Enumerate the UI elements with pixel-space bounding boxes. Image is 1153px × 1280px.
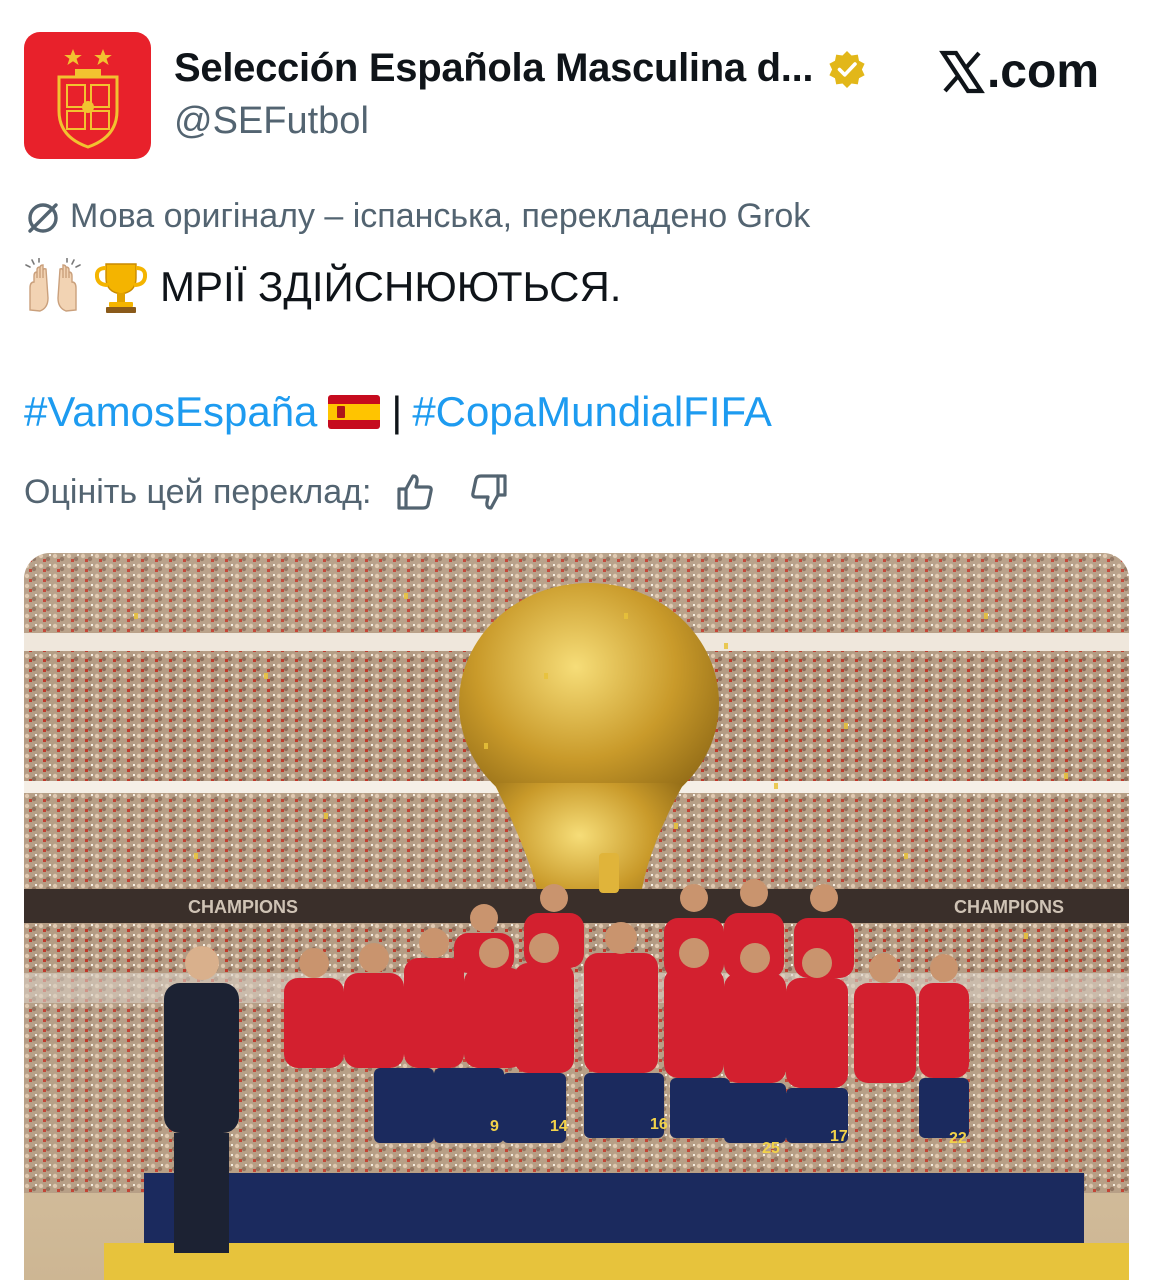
jersey-number: 14 <box>550 1118 568 1135</box>
jersey-number: 9 <box>490 1118 499 1135</box>
translation-note: Мова оригіналу – іспанська, перекладено … <box>24 197 810 236</box>
user-handle[interactable]: @SEFutbol <box>174 100 369 143</box>
team-celebration-photo[interactable]: CHAMPIONS CHAMPIONS 9 14 16 25 17 22 <box>24 553 1129 1280</box>
display-name[interactable]: Selección Española Masculina d... <box>174 46 814 91</box>
translation-note-text: Мова оригіналу – іспанська, перекладено … <box>70 197 811 235</box>
tweet-body-text: МРІЇ ЗДІЙСНЮЮТЬСЯ. <box>160 263 622 310</box>
banner-champions-left: CHAMPIONS <box>188 897 298 917</box>
thumbs-up-icon[interactable] <box>393 470 437 514</box>
author-name-row: Selección Española Masculina d... <box>174 46 867 91</box>
rate-translation-prompt: Оцініть цей переклад: <box>24 472 372 511</box>
raising-hands-emoji <box>24 257 82 316</box>
rfef-crest-icon <box>57 48 118 149</box>
site-domain: .com <box>986 45 1099 98</box>
avatar[interactable] <box>24 32 151 159</box>
verified-gold-badge-icon[interactable] <box>827 49 867 89</box>
hashtag-separator: | <box>391 388 403 435</box>
hashtags-row: #VamosEspaña | #CopaMundialFIFA <box>24 388 772 436</box>
jersey-number: 22 <box>949 1130 967 1147</box>
jersey-number: 16 <box>650 1116 668 1133</box>
site-label[interactable]: .com <box>939 44 1099 99</box>
hashtag-copa-mundial-fifa[interactable]: #CopaMundialFIFA <box>412 388 772 436</box>
jersey-number: 25 <box>762 1140 780 1157</box>
jersey-number: 17 <box>830 1128 848 1145</box>
trophy-emoji <box>92 258 150 316</box>
banner-champions-right: CHAMPIONS <box>954 897 1064 917</box>
slashed-circle-icon <box>24 198 62 236</box>
tweet-text: МРІЇ ЗДІЙСНЮЮТЬСЯ. <box>24 257 622 316</box>
thumbs-down-icon[interactable] <box>467 470 511 514</box>
rate-translation-row: Оцініть цей переклад: <box>24 470 511 514</box>
hashtag-vamos-espana[interactable]: #VamosEspaña <box>24 388 317 436</box>
spain-flag-emoji <box>327 392 381 432</box>
x-logo-icon <box>939 50 985 93</box>
